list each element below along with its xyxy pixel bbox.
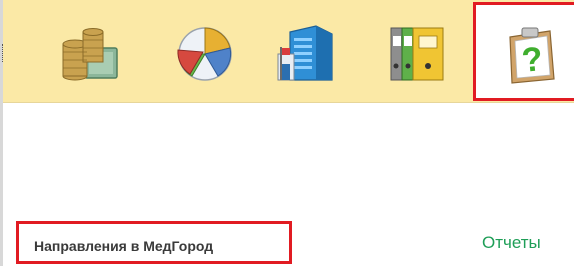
analytics-button[interactable] — [168, 14, 242, 88]
documents-button[interactable] — [379, 14, 453, 88]
finance-button[interactable] — [53, 14, 127, 88]
finance-icon — [62, 28, 118, 81]
help-clipboard-icon: ? — [509, 27, 555, 84]
medgorod-referrals-link[interactable]: Направления в МедГород — [34, 238, 213, 254]
reports-link[interactable]: Отчеты — [482, 233, 541, 253]
help-button[interactable]: ? — [473, 2, 574, 101]
pie-chart-icon — [177, 27, 232, 81]
building-icon — [277, 25, 333, 81]
svg-text:?: ? — [520, 40, 545, 80]
folders-icon — [390, 27, 444, 81]
section-toolbar: ? — [3, 0, 574, 103]
organization-button[interactable] — [268, 14, 342, 88]
